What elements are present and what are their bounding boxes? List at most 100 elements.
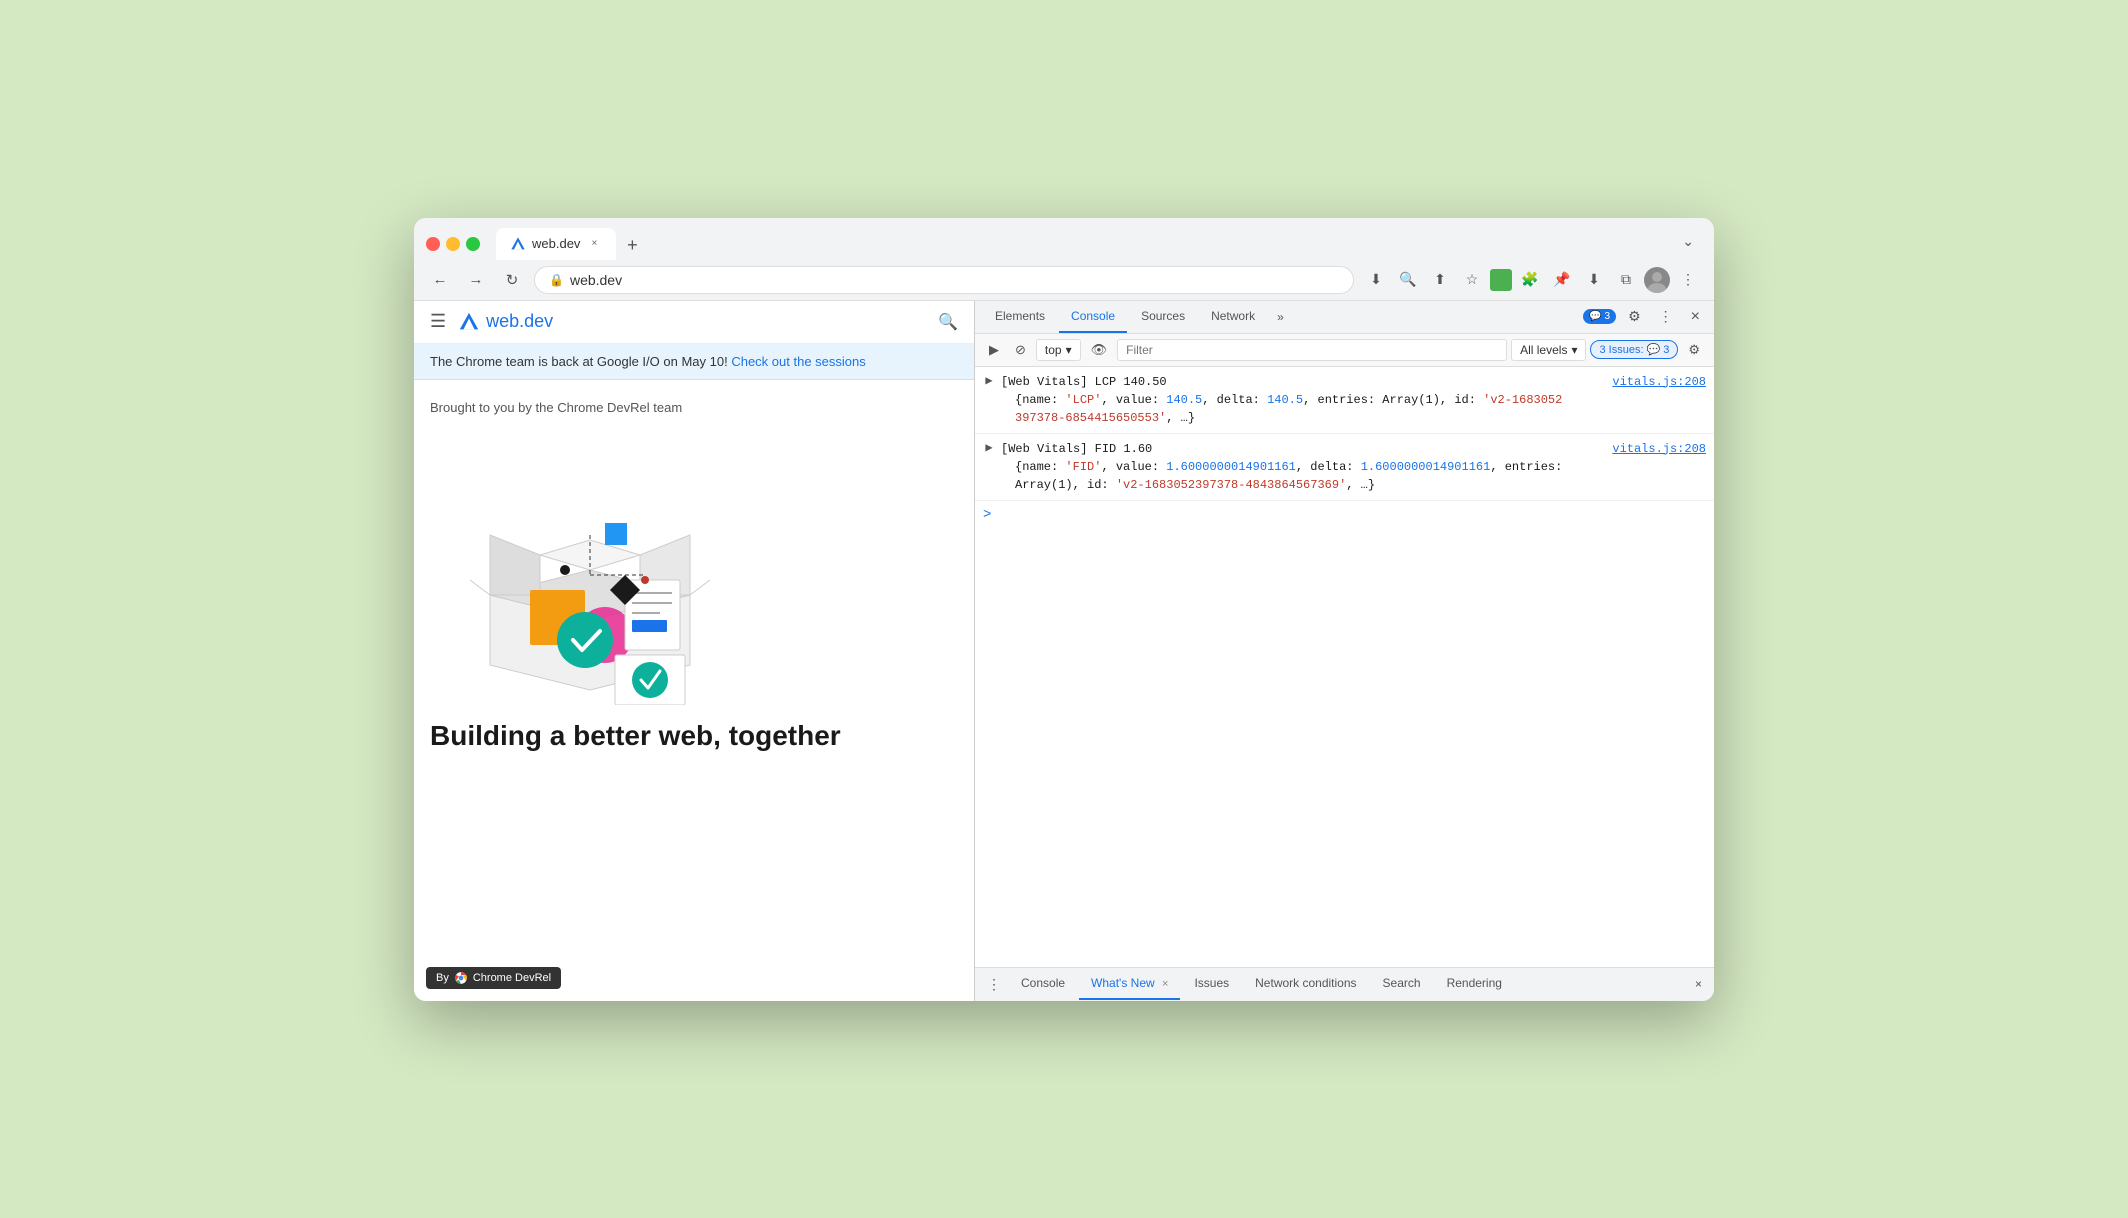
nav-actions: ⬇ 🔍 ⬆ ☆ 🧩 📌 ⬇ ⧉ ⋮	[1362, 266, 1702, 294]
log-levels-label: All levels	[1520, 343, 1567, 357]
log-levels-selector[interactable]: All levels ▾	[1511, 339, 1586, 361]
pin-button[interactable]: 📌	[1548, 266, 1576, 294]
brought-by-text: Brought to you by the Chrome DevRel team	[430, 400, 958, 415]
console-prompt[interactable]: >	[975, 501, 1714, 529]
devtools-panel: Elements Console Sources Network » 💬 3 ⚙…	[974, 301, 1714, 1001]
site-name-label: web.dev	[486, 311, 553, 332]
bottom-tab-console[interactable]: Console	[1009, 968, 1077, 1000]
devtools-tab-right: 💬 3 ⚙ ⋮ ×	[1583, 304, 1706, 330]
announcement-text: The Chrome team is back at Google I/O on…	[430, 354, 728, 369]
lcp-header-line: [Web Vitals] LCP 140.50 vitals.js:208	[1001, 373, 1706, 391]
fid-expand-icon[interactable]: ▶	[983, 440, 995, 455]
console-entry-lcp: ▶ [Web Vitals] LCP 140.50 vitals.js:208 …	[975, 367, 1714, 434]
badge-by-text: By	[436, 972, 449, 984]
lcp-text: [Web Vitals] LCP 140.50 vitals.js:208 {n…	[1001, 373, 1706, 427]
split-button[interactable]: ⧉	[1612, 266, 1640, 294]
console-settings-button[interactable]: ⚙	[1682, 338, 1706, 362]
bottom-tab-issues[interactable]: Issues	[1182, 968, 1241, 1000]
console-issues-badge[interactable]: 3 Issues: 💬 3	[1590, 340, 1678, 359]
devtools-close-button[interactable]: ×	[1685, 304, 1706, 330]
window-controls	[426, 237, 480, 251]
badge-label: Chrome DevRel	[473, 972, 551, 984]
download-page-button[interactable]: ⬇	[1362, 266, 1390, 294]
fid-detail-line2: Array(1), id: 'v2-1683052397378-48438645…	[1001, 476, 1706, 494]
context-selector[interactable]: top ▾	[1036, 339, 1081, 361]
issues-badge-count: 3	[1605, 311, 1611, 322]
page-search-icon[interactable]: 🔍	[938, 312, 958, 332]
console-issues-count: 3	[1663, 344, 1669, 356]
console-block-button[interactable]: ⊘	[1009, 338, 1032, 362]
chrome-devrel-badge: By Chrome DevRel	[426, 967, 561, 989]
log-levels-arrow: ▾	[1571, 343, 1577, 357]
nav-bar: ← → ↻ 🔒 web.dev ⬇ 🔍 ⬆ ☆ 🧩 📌 ⬇ ⧉ ⋮	[414, 260, 1714, 301]
maximize-window-button[interactable]	[466, 237, 480, 251]
bottom-tab-close-right[interactable]: ×	[1689, 971, 1708, 997]
reload-button[interactable]: ↻	[498, 266, 526, 294]
issues-badge[interactable]: 💬 3	[1583, 309, 1616, 324]
devtools-bottom-tabs: ⋮ Console What's New × Issues Network co…	[975, 967, 1714, 1001]
tab-sources[interactable]: Sources	[1129, 301, 1197, 333]
page-footer-text: Building a better web, together	[430, 720, 958, 752]
tab-close-button[interactable]: ×	[586, 236, 602, 252]
console-play-button[interactable]: ▶	[983, 338, 1005, 362]
browser-window: web.dev × + ⌄ ← → ↻ 🔒 web.dev ⬇ 🔍 ⬆ ☆ 🧩 …	[414, 218, 1714, 1001]
extension-green-icon[interactable]	[1490, 269, 1512, 291]
bottom-tab-menu-icon[interactable]: ⋮	[981, 968, 1007, 1001]
whats-new-close-icon[interactable]: ×	[1162, 978, 1168, 990]
console-issues-icon: 💬	[1647, 343, 1661, 356]
bottom-tab-rendering[interactable]: Rendering	[1435, 968, 1514, 1000]
tab-bar-right: ⌄	[1674, 229, 1702, 258]
active-tab[interactable]: web.dev ×	[496, 228, 616, 260]
back-button[interactable]: ←	[426, 266, 454, 294]
tab-console[interactable]: Console	[1059, 301, 1127, 333]
bottom-tab-network-conditions[interactable]: Network conditions	[1243, 968, 1368, 1000]
tab-overflow-icon[interactable]: »	[1269, 304, 1292, 330]
chrome-icon	[454, 971, 468, 985]
fid-header: [Web Vitals] FID 1.60	[1001, 440, 1152, 458]
hero-illustration	[430, 435, 750, 705]
fid-source[interactable]: vitals.js:208	[1612, 440, 1706, 458]
devtools-more-button[interactable]: ⋮	[1653, 304, 1679, 329]
devtools-settings-button[interactable]: ⚙	[1622, 304, 1647, 329]
address-bar[interactable]: 🔒 web.dev	[534, 266, 1354, 294]
close-window-button[interactable]	[426, 237, 440, 251]
issues-badge-icon: 💬	[1589, 311, 1601, 322]
share-button[interactable]: ⬆	[1426, 266, 1454, 294]
fid-header-line: [Web Vitals] FID 1.60 vitals.js:208	[1001, 440, 1706, 458]
lcp-detail-line2: 397378-6854415650553', …}	[1001, 409, 1706, 427]
hamburger-icon[interactable]: ☰	[430, 311, 446, 332]
page-body: Brought to you by the Chrome DevRel team	[414, 380, 974, 1001]
chevron-down-icon[interactable]: ⌄	[1674, 229, 1702, 254]
zoom-button[interactable]: 🔍	[1394, 266, 1422, 294]
profile-avatar[interactable]	[1644, 267, 1670, 293]
console-eye-button[interactable]: 👁	[1085, 338, 1114, 362]
bottom-tab-search[interactable]: Search	[1371, 968, 1433, 1000]
console-filter-input[interactable]	[1117, 339, 1507, 361]
context-dropdown-icon: ▾	[1066, 343, 1072, 357]
avatar-image	[1644, 267, 1670, 293]
new-tab-button[interactable]: +	[618, 232, 646, 260]
lcp-expand-icon[interactable]: ▶	[983, 373, 995, 388]
fid-detail-line1: {name: 'FID', value: 1.6000000014901161,…	[1001, 458, 1706, 476]
minimize-window-button[interactable]	[446, 237, 460, 251]
lcp-source[interactable]: vitals.js:208	[1612, 373, 1706, 391]
tab-network[interactable]: Network	[1199, 301, 1267, 333]
tab-bar: web.dev × +	[496, 228, 1666, 260]
console-toolbar: ▶ ⊘ top ▾ 👁 All levels ▾ 3 Issues: 💬 3 ⚙	[975, 334, 1714, 367]
whats-new-label: What's New	[1091, 976, 1155, 990]
announcement-link[interactable]: Check out the sessions	[731, 354, 865, 369]
fid-label: [Web Vitals] FID 1.60	[1001, 442, 1152, 456]
tab-title: web.dev	[532, 236, 580, 251]
bottom-tab-whats-new[interactable]: What's New ×	[1079, 968, 1180, 1000]
forward-button[interactable]: →	[462, 266, 490, 294]
page-header: ☰ web.dev 🔍	[414, 301, 974, 344]
url-text: web.dev	[570, 272, 622, 288]
download-button[interactable]: ⬇	[1580, 266, 1608, 294]
console-issues-label: 3 Issues:	[1599, 344, 1643, 356]
tab-elements[interactable]: Elements	[983, 301, 1057, 333]
bookmark-button[interactable]: ☆	[1458, 266, 1486, 294]
extensions-button[interactable]: 🧩	[1516, 266, 1544, 294]
prompt-label: >	[983, 507, 991, 523]
chrome-menu-button[interactable]: ⋮	[1674, 266, 1702, 294]
announcement-bar: The Chrome team is back at Google I/O on…	[414, 344, 974, 380]
